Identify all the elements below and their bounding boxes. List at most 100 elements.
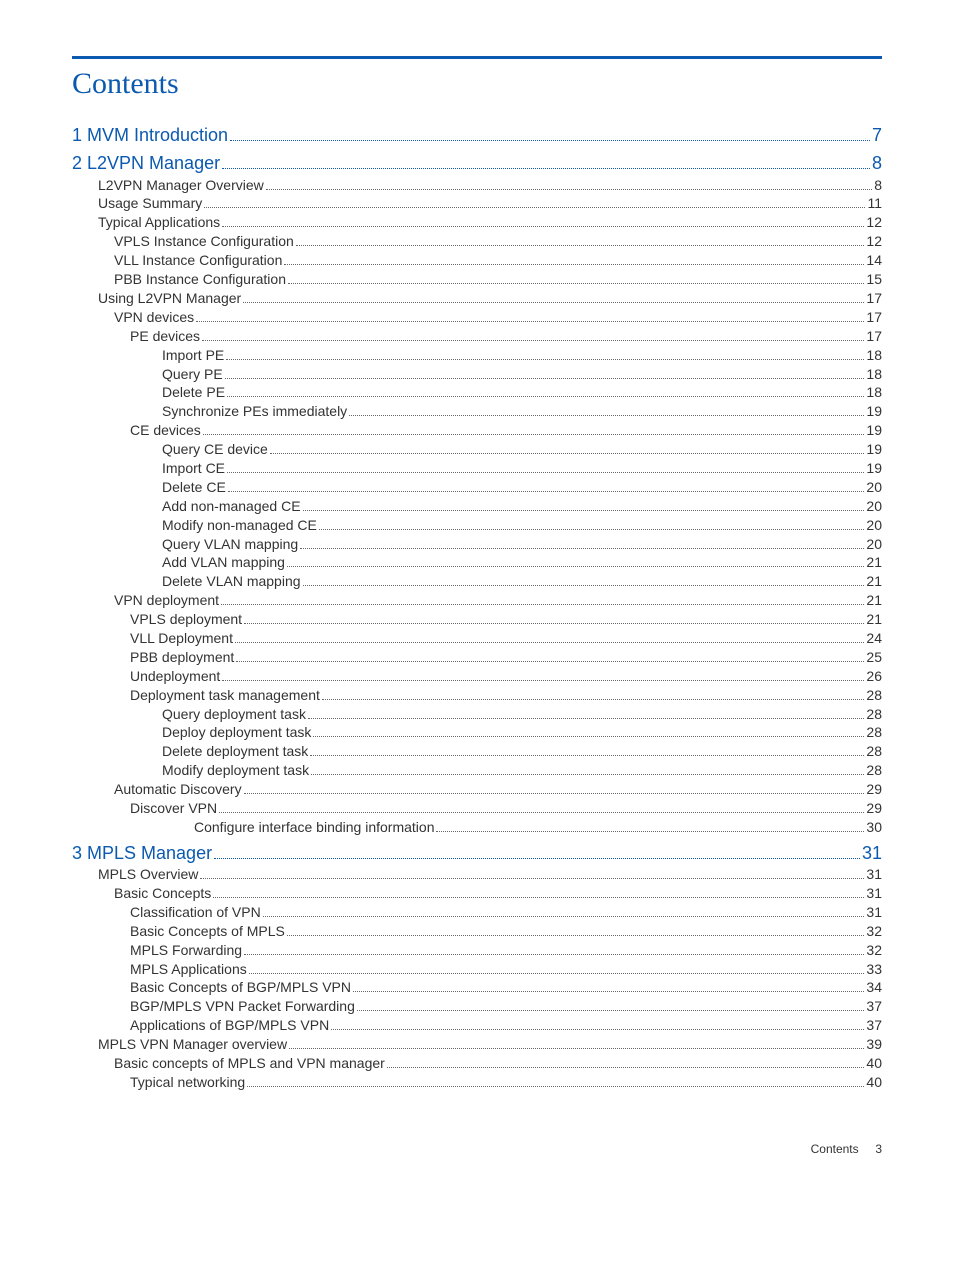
- table-of-contents: 1 MVM Introduction7 2 L2VPN Manager8L2VPN…: [72, 123, 882, 1092]
- toc-entry[interactable]: Deployment task management28: [130, 686, 882, 705]
- toc-entry[interactable]: 3 MPLS Manager31: [72, 841, 882, 865]
- toc-entry[interactable]: Import PE 18: [162, 346, 882, 365]
- toc-entry[interactable]: MPLS Applications33: [130, 960, 882, 979]
- toc-entry[interactable]: Add VLAN mapping21: [162, 553, 882, 572]
- toc-entry-label: Query PE: [162, 365, 223, 384]
- toc-leader-dots: [227, 472, 864, 473]
- toc-entry[interactable]: VPLS Instance Configuration12: [114, 232, 882, 251]
- toc-entry-page: 29: [866, 799, 882, 818]
- toc-entry[interactable]: Configure interface binding information3…: [194, 818, 882, 837]
- toc-entry[interactable]: Delete PE18: [162, 383, 882, 402]
- toc-entry-label: Typical Applications: [98, 213, 220, 232]
- toc-entry[interactable]: Add non-managed CE20: [162, 497, 882, 516]
- toc-entry-page: 32: [866, 941, 882, 960]
- toc-entry-label: MPLS Forwarding: [130, 941, 242, 960]
- toc-entry[interactable]: Undeployment26: [130, 667, 882, 686]
- toc-entry[interactable]: Basic Concepts of MPLS32: [130, 922, 882, 941]
- toc-entry[interactable]: VPN deployment21: [114, 591, 882, 610]
- toc-entry[interactable]: Modify non-managed CE20: [162, 516, 882, 535]
- toc-entry[interactable]: MPLS Forwarding 32: [130, 941, 882, 960]
- toc-entry-page: 20: [866, 497, 882, 516]
- toc-entry-page: 15: [866, 270, 882, 289]
- toc-entry-page: 28: [866, 723, 882, 742]
- toc-entry-label: L2VPN Manager Overview: [98, 176, 264, 195]
- toc-entry[interactable]: PBB deployment25: [130, 648, 882, 667]
- toc-entry[interactable]: Basic Concepts of BGP/MPLS VPN34: [130, 978, 882, 997]
- toc-entry[interactable]: VLL Instance Configuration 14: [114, 251, 882, 270]
- toc-entry[interactable]: CE devices19: [130, 421, 882, 440]
- toc-entry-label: Automatic Discovery: [114, 780, 242, 799]
- toc-entry[interactable]: 2 L2VPN Manager8: [72, 151, 882, 175]
- toc-entry-page: 19: [866, 421, 882, 440]
- toc-leader-dots: [249, 973, 865, 974]
- toc-entry[interactable]: Basic concepts of MPLS and VPN manager40: [114, 1054, 882, 1073]
- toc-entry[interactable]: Query VLAN mapping20: [162, 535, 882, 554]
- toc-leader-dots: [311, 774, 864, 775]
- toc-entry[interactable]: PBB Instance Configuration15: [114, 270, 882, 289]
- toc-entry[interactable]: Automatic Discovery 29: [114, 780, 882, 799]
- toc-leader-dots: [230, 140, 870, 141]
- toc-entry[interactable]: BGP/MPLS VPN Packet Forwarding37: [130, 997, 882, 1016]
- toc-entry-label: 1 MVM Introduction: [72, 123, 228, 147]
- toc-entry[interactable]: VPLS deployment21: [130, 610, 882, 629]
- toc-entry[interactable]: Applications of BGP/MPLS VPN37: [130, 1016, 882, 1035]
- toc-entry-page: 12: [866, 213, 882, 232]
- toc-entry-page: 8: [872, 151, 882, 175]
- toc-entry-label: Query VLAN mapping: [162, 535, 298, 554]
- page-footer: Contents 3: [72, 1142, 882, 1156]
- toc-leader-dots: [202, 340, 864, 341]
- toc-entry-page: 20: [866, 516, 882, 535]
- toc-entry-page: 12: [866, 232, 882, 251]
- toc-entry-page: 11: [867, 194, 882, 213]
- footer-page-number: 3: [875, 1142, 882, 1156]
- toc-entry-page: 24: [866, 629, 882, 648]
- toc-entry[interactable]: Deploy deployment task28: [162, 723, 882, 742]
- toc-entry-page: 14: [866, 251, 882, 270]
- toc-entry[interactable]: 1 MVM Introduction7: [72, 123, 882, 147]
- toc-leader-dots: [235, 642, 864, 643]
- top-rule: [72, 56, 882, 59]
- toc-entry-page: 31: [866, 884, 882, 903]
- toc-entry[interactable]: Basic Concepts31: [114, 884, 882, 903]
- toc-entry[interactable]: VPN devices17: [114, 308, 882, 327]
- toc-leader-dots: [244, 623, 864, 624]
- toc-entry-page: 18: [866, 346, 882, 365]
- toc-entry-page: 19: [866, 459, 882, 478]
- toc-entry-page: 17: [866, 327, 882, 346]
- toc-entry[interactable]: Synchronize PEs immediately19: [162, 402, 882, 421]
- toc-entry-page: 21: [866, 572, 882, 591]
- page-title: Contents: [72, 67, 882, 101]
- toc-leader-dots: [222, 168, 870, 169]
- toc-entry-page: 30: [866, 818, 882, 837]
- toc-entry[interactable]: PE devices17: [130, 327, 882, 346]
- toc-entry-page: 28: [866, 686, 882, 705]
- toc-entry[interactable]: Delete CE20: [162, 478, 882, 497]
- toc-leader-dots: [331, 1029, 864, 1030]
- toc-entry[interactable]: Typical Applications 12: [98, 213, 882, 232]
- toc-entry[interactable]: Usage Summary 11: [98, 194, 882, 213]
- toc-entry[interactable]: Modify deployment task28: [162, 761, 882, 780]
- toc-entry[interactable]: Query deployment task28: [162, 705, 882, 724]
- toc-entry-page: 28: [866, 742, 882, 761]
- toc-entry-label: Import PE: [162, 346, 224, 365]
- toc-entry[interactable]: MPLS Overview31: [98, 865, 882, 884]
- toc-entry[interactable]: Delete deployment task28: [162, 742, 882, 761]
- toc-leader-dots: [196, 321, 864, 322]
- toc-entry-page: 29: [866, 780, 882, 799]
- toc-entry[interactable]: Import CE19: [162, 459, 882, 478]
- toc-entry[interactable]: VLL Deployment24: [130, 629, 882, 648]
- toc-entry[interactable]: Query PE18: [162, 365, 882, 384]
- toc-leader-dots: [222, 680, 864, 681]
- toc-entry[interactable]: L2VPN Manager Overview8: [98, 176, 882, 195]
- toc-entry[interactable]: Typical networking40: [130, 1073, 882, 1092]
- toc-entry[interactable]: Discover VPN29: [130, 799, 882, 818]
- toc-entry[interactable]: Classification of VPN31: [130, 903, 882, 922]
- toc-entry[interactable]: Using L2VPN Manager17: [98, 289, 882, 308]
- toc-entry[interactable]: Delete VLAN mapping21: [162, 572, 882, 591]
- toc-entry-page: 31: [866, 865, 882, 884]
- toc-entry[interactable]: Query CE device19: [162, 440, 882, 459]
- toc-entry-label: VLL Instance Configuration: [114, 251, 282, 270]
- toc-entry-label: Add VLAN mapping: [162, 553, 285, 572]
- toc-entry[interactable]: MPLS VPN Manager overview39: [98, 1035, 882, 1054]
- toc-entry-label: Usage Summary: [98, 194, 202, 213]
